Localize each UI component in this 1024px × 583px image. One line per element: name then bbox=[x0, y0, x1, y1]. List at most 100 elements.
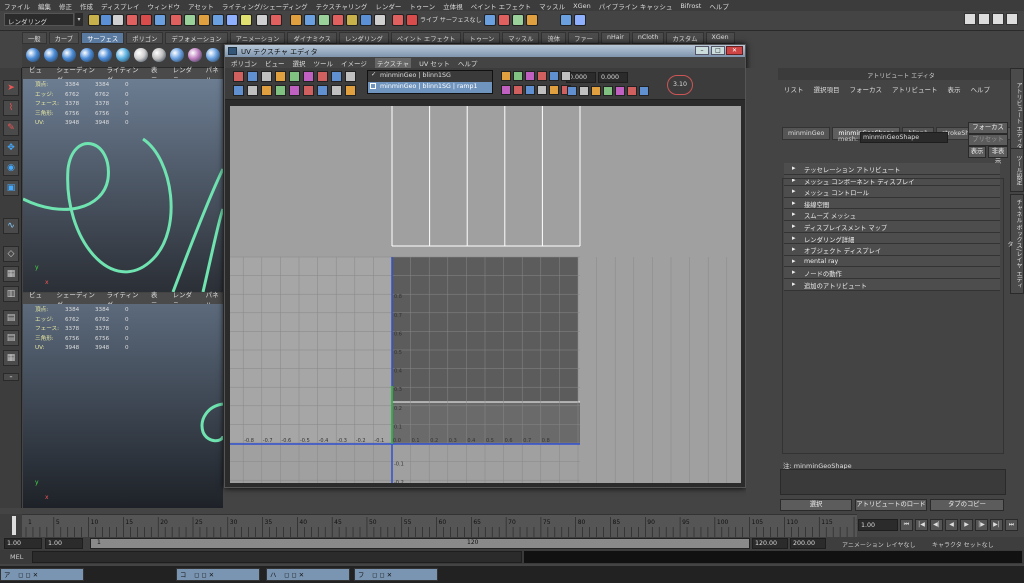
uv-tool-icon[interactable] bbox=[561, 71, 571, 81]
uv-tool-icon[interactable] bbox=[513, 71, 523, 81]
uv-tool-icon[interactable] bbox=[567, 86, 577, 96]
toolbar-tool-icon[interactable] bbox=[290, 14, 302, 26]
toolbar-tool-icon[interactable] bbox=[270, 14, 282, 26]
toolbar-tool-icon[interactable] bbox=[170, 14, 182, 26]
menu-item[interactable]: トゥーン bbox=[409, 1, 435, 11]
menu-item[interactable]: ディスプレイ bbox=[101, 1, 140, 11]
zoom-readout[interactable]: 3.10 bbox=[667, 75, 693, 95]
uv-tool-icon[interactable] bbox=[317, 71, 328, 82]
uv-tool-icon[interactable] bbox=[615, 86, 625, 96]
side-tab-tool-settings[interactable]: ツール設定 bbox=[1010, 148, 1024, 192]
uv-tool-icon[interactable] bbox=[331, 71, 342, 82]
anim-layer-label[interactable]: アニメーション レイヤなし bbox=[842, 540, 916, 549]
shelf-tab[interactable]: デフォメーション bbox=[165, 32, 228, 44]
uv-tool-icon[interactable] bbox=[233, 71, 244, 82]
uv-tool-icon[interactable] bbox=[603, 86, 613, 96]
uv-tool-icon[interactable] bbox=[317, 85, 328, 96]
attr-menu-item[interactable]: フォーカス bbox=[850, 84, 883, 94]
panel-layout-icon[interactable] bbox=[978, 13, 990, 25]
menu-item[interactable]: Bifrost bbox=[680, 2, 701, 10]
menu-item[interactable]: アセット bbox=[188, 1, 214, 11]
uv-menu-item[interactable]: ポリゴン bbox=[231, 58, 257, 68]
show-button[interactable]: 表示 bbox=[968, 146, 986, 158]
attr-menu-item[interactable]: リスト bbox=[784, 84, 804, 94]
menu-item[interactable]: ヘルプ bbox=[709, 1, 729, 11]
uv-tool-icon[interactable] bbox=[303, 85, 314, 96]
uv-menu-item[interactable]: ヘルプ bbox=[458, 58, 478, 68]
start-time-field[interactable] bbox=[4, 538, 42, 549]
uv-menu-item[interactable]: イメージ bbox=[341, 58, 367, 68]
uv-menu-item[interactable]: UV セット bbox=[419, 58, 450, 68]
hide-button[interactable]: 非表示 bbox=[988, 146, 1008, 165]
texture-dropdown[interactable]: ✓ minminGeo | blinn1SG minminGeo | blinn1… bbox=[367, 70, 493, 94]
layout-two-icon[interactable]: ▥ bbox=[3, 286, 19, 302]
toolbar-tool-icon[interactable] bbox=[126, 14, 138, 26]
shelf-tab[interactable]: マッスル bbox=[502, 32, 540, 44]
mel-label[interactable]: MEL bbox=[10, 553, 23, 561]
attr-section[interactable]: テッセレーション アトリビュート bbox=[784, 163, 1000, 175]
attr-menu-item[interactable]: ヘルプ bbox=[971, 84, 991, 94]
playback-button-icon[interactable]: ⏮ bbox=[900, 519, 913, 531]
toolbar-tool-icon[interactable] bbox=[498, 14, 510, 26]
uv-menu-item[interactable]: ツール bbox=[314, 58, 334, 68]
toolbar-tool-icon[interactable] bbox=[512, 14, 524, 26]
shelf-tab[interactable]: ペイント エフェクト bbox=[390, 32, 462, 44]
menu-item[interactable]: パイプライン キャッシュ bbox=[599, 1, 673, 11]
uv-tool-icon[interactable] bbox=[331, 85, 342, 96]
layout-single-icon[interactable]: ◇ bbox=[3, 246, 19, 262]
toolbar-tool-icon[interactable] bbox=[574, 14, 586, 26]
shelf-tool-icon[interactable] bbox=[134, 48, 148, 62]
uv-menu-item[interactable]: ビュー bbox=[265, 58, 285, 68]
toolbar-tool-icon[interactable] bbox=[392, 14, 404, 26]
menu-item[interactable]: ファイル bbox=[4, 1, 30, 11]
uv-tool-icon[interactable] bbox=[289, 85, 300, 96]
expand-icon[interactable]: - bbox=[3, 373, 19, 382]
uv-canvas[interactable]: -0.8 -0.7 -0.6 -0.5 -0.4 -0.3 -0.2 -0.1 0.0 0.1 0.… bbox=[230, 106, 741, 483]
playback-end-field[interactable] bbox=[752, 538, 788, 549]
preset-button[interactable]: プリセット bbox=[968, 134, 1008, 146]
toolbar-tool-icon[interactable] bbox=[154, 14, 166, 26]
toolbar-tool-icon[interactable] bbox=[560, 14, 572, 26]
uv-tool-icon[interactable] bbox=[247, 71, 258, 82]
layout-four-icon[interactable]: ▦ bbox=[3, 266, 19, 282]
shelf-tab[interactable]: nCloth bbox=[631, 32, 665, 44]
rotate-tool-icon[interactable]: ◉ bbox=[3, 160, 19, 176]
notes-field[interactable] bbox=[780, 469, 1006, 495]
shelf-tab[interactable]: ダイナミクス bbox=[287, 32, 337, 44]
layout-outliner-icon[interactable]: ▤ bbox=[3, 330, 19, 346]
attr-tab[interactable]: minminGeo bbox=[782, 127, 831, 140]
uv-tool-icon[interactable] bbox=[579, 86, 589, 96]
uv-tool-icon[interactable] bbox=[501, 85, 511, 95]
load-attributes-button[interactable]: アトリビュートのロード bbox=[855, 499, 927, 511]
lasso-tool-icon[interactable]: ⌇ bbox=[3, 100, 19, 116]
uv-tool-icon[interactable] bbox=[537, 85, 547, 95]
timeline[interactable]: 1 5 10 15 20 25 30 35 40 45 50 55 60 65 70 75 80 85 90 95 10… bbox=[22, 514, 857, 537]
taskbar-window-button[interactable]: フ ◻ ◻ ✕ bbox=[354, 568, 438, 581]
playback-button-icon[interactable]: |◀ bbox=[915, 519, 928, 531]
attr-menu-item[interactable]: 表示 bbox=[948, 84, 961, 94]
attr-section[interactable]: 追加のアトリビュート bbox=[784, 278, 1000, 291]
shelf-tab[interactable]: レンダリング bbox=[338, 32, 389, 44]
attr-section[interactable]: オブジェクト ディスプレイ bbox=[784, 244, 1000, 256]
viewport-bottom[interactable]: ビューシェーディングライティング表示レンダラパネル 頂点:338433840 エッ… bbox=[23, 291, 223, 508]
toolbar-tool-icon[interactable] bbox=[332, 14, 344, 26]
menu-item[interactable]: 作成 bbox=[80, 1, 93, 11]
shelf-tab[interactable]: カスタム bbox=[666, 32, 704, 44]
end-time-field[interactable] bbox=[790, 538, 826, 549]
attr-menu-item[interactable]: 選択項目 bbox=[814, 84, 840, 94]
mesh-name-field[interactable] bbox=[860, 132, 948, 143]
uv-tool-icon[interactable] bbox=[345, 71, 356, 82]
select-tool-icon[interactable]: ➤ bbox=[3, 80, 19, 96]
uv-tool-icon[interactable] bbox=[275, 85, 286, 96]
uv-menu-item[interactable]: 選択 bbox=[293, 58, 306, 68]
scale-tool-icon[interactable]: ▣ bbox=[3, 180, 19, 196]
dropdown-item-ramp[interactable]: minminGeo | blinn1SG | ramp1 bbox=[368, 82, 492, 93]
uv-tool-icon[interactable] bbox=[513, 85, 523, 95]
mode-selector[interactable]: レンダリング bbox=[4, 13, 74, 26]
uv-tool-icon[interactable] bbox=[639, 86, 649, 96]
viewport-top-canvas[interactable]: 頂点: 3384 3384 0 エッジ: 6762 6762 0 フェース: 3378 3378 0 三… bbox=[23, 79, 223, 292]
toolbar-tool-icon[interactable] bbox=[184, 14, 196, 26]
shelf-tool-icon[interactable] bbox=[116, 48, 130, 62]
toolbar-tool-icon[interactable] bbox=[346, 14, 358, 26]
shelf-tab[interactable]: カーブ bbox=[48, 32, 80, 44]
